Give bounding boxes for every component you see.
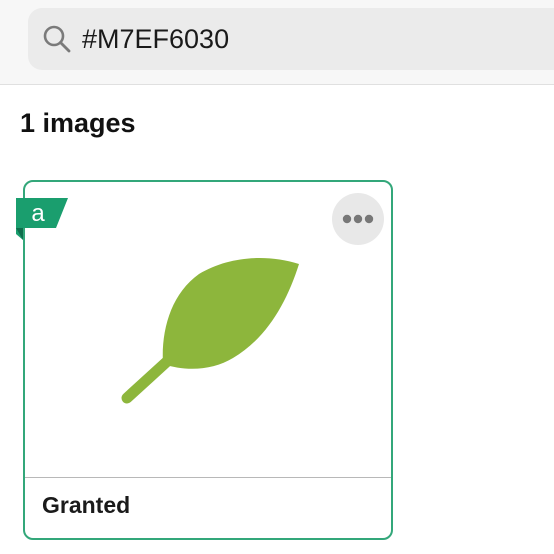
svg-text:a: a <box>31 200 45 227</box>
results-count: 1 images <box>20 108 136 138</box>
status-label: Granted <box>42 492 131 518</box>
a-badge-icon: a <box>16 198 68 240</box>
search-icon <box>42 24 72 54</box>
more-dots-icon <box>332 193 384 245</box>
more-options-button[interactable] <box>332 193 384 245</box>
top-bar <box>0 0 554 85</box>
leaf-icon <box>117 256 303 404</box>
card-footer: Granted <box>25 477 391 538</box>
search-input[interactable] <box>82 16 542 62</box>
image-card[interactable]: a Granted <box>16 180 393 540</box>
search-bar[interactable] <box>28 8 554 70</box>
